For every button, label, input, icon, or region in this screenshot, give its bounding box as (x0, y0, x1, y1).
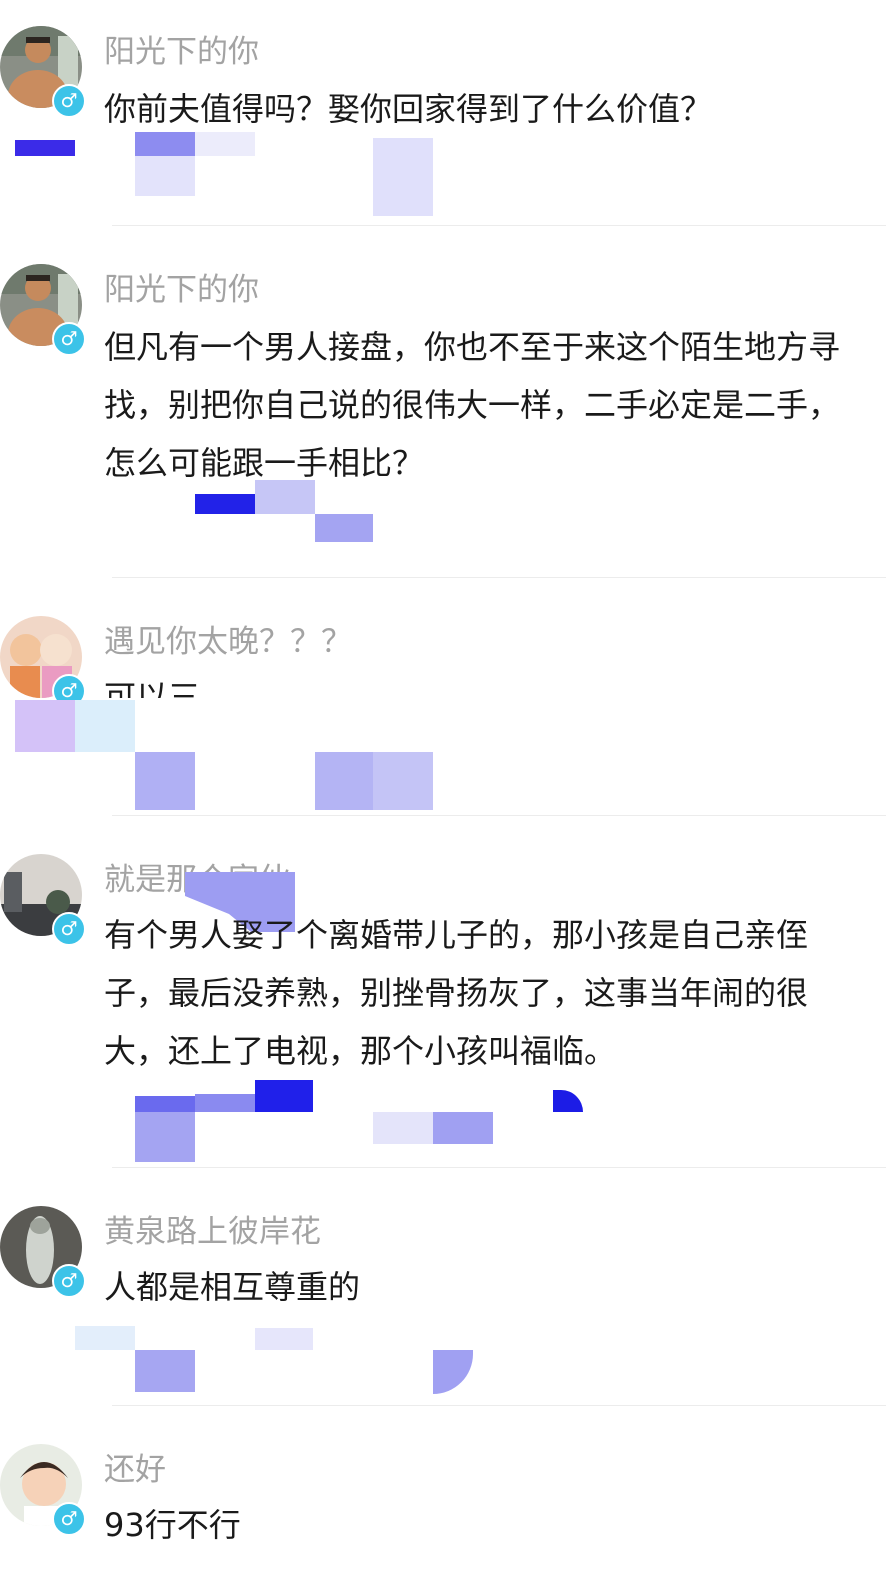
redacted-block (135, 132, 195, 156)
redacted-block (315, 514, 373, 542)
redacted-block (195, 132, 255, 156)
redacted-block (553, 1090, 583, 1112)
redacted-block (135, 156, 195, 196)
username[interactable]: 还好 (104, 1450, 166, 1490)
redacted-block (433, 1350, 473, 1394)
comment-divider (112, 815, 886, 816)
comment-text: 人都是相互尊重的 (104, 1268, 361, 1306)
username[interactable]: 阳光下的你 (104, 32, 259, 72)
comment-text: 有个男人娶了个离婚带儿子的，那小孩是自己亲侄子，最后没养熟，别挫骨扬灰了，这事当… (104, 916, 809, 1070)
redacted-block (373, 1112, 433, 1144)
redacted-block (373, 138, 433, 216)
comment-divider (112, 1167, 886, 1168)
gender-male-icon: ♂ (52, 912, 86, 946)
comment-divider (112, 577, 886, 578)
redacted-block (75, 700, 135, 752)
username[interactable]: 遇见你太晚？？？ (104, 622, 352, 662)
redacted-block (75, 1326, 135, 1350)
redacted-block (255, 480, 315, 514)
redacted-block (255, 1328, 313, 1350)
redacted-block (373, 752, 433, 810)
redacted-block (433, 1112, 493, 1144)
redacted-block (135, 1112, 195, 1162)
redacted-block (135, 1350, 195, 1392)
comment-divider (112, 225, 886, 226)
gender-male-icon: ♂ (52, 1264, 86, 1298)
comment-text: 但凡有一个男人接盘，你也不至于来这个陌生地方寻找，别把你自己说的很伟大一样，二手… (104, 328, 841, 482)
redacted-block (15, 700, 75, 752)
gender-male-icon: ♂ (52, 84, 86, 118)
gender-male-icon: ♂ (52, 322, 86, 356)
redacted-block (195, 1094, 255, 1112)
comment-divider (112, 1405, 886, 1406)
username[interactable]: 黄泉路上彼岸花 (104, 1212, 321, 1252)
redacted-block (15, 140, 75, 156)
redacted-block (195, 494, 255, 514)
comment-text: 93行不行 (104, 1506, 241, 1544)
redacted-block (315, 752, 373, 810)
redacted-block (135, 1096, 195, 1112)
comment-text: 你前夫值得吗？娶你回家得到了什么价值？ (104, 90, 713, 128)
username[interactable]: 阳光下的你 (104, 270, 259, 310)
redacted-block (135, 752, 195, 810)
comment-text: 可以三 (104, 678, 201, 698)
gender-male-icon: ♂ (52, 1502, 86, 1536)
redacted-block (255, 1080, 313, 1112)
